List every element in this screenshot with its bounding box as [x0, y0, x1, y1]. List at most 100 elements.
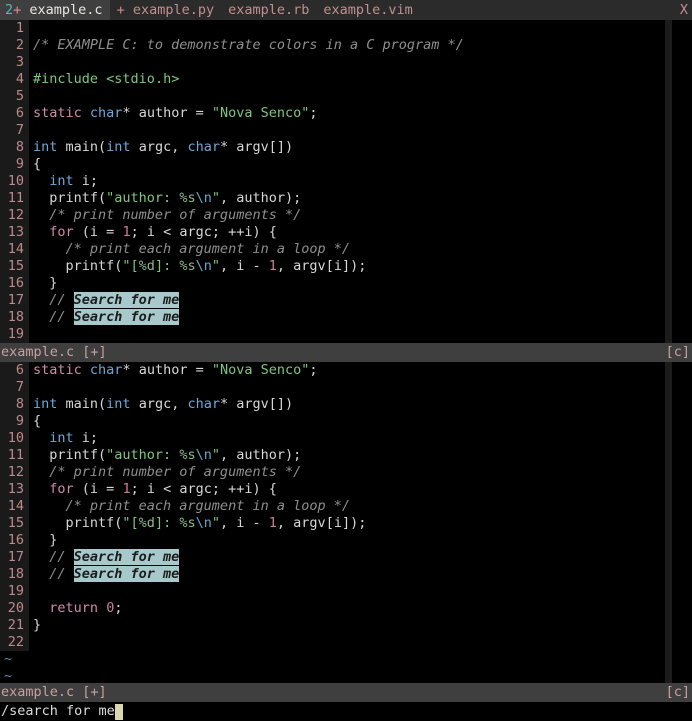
code-line[interactable]: 4 #include <stdio.h> — [0, 71, 692, 88]
code-line[interactable]: 16 } — [0, 532, 692, 549]
code-token: \n — [195, 447, 212, 463]
code-line[interactable]: 14 /* print each argument in a loop */ — [0, 498, 692, 515]
code-line[interactable]: 5 — [0, 88, 692, 105]
code-token: /* print number of arguments */ — [33, 207, 302, 223]
line-content — [29, 122, 33, 139]
tab-example-rb[interactable]: example.rb — [221, 0, 316, 20]
filler-line: ~ — [0, 668, 692, 683]
code-line[interactable]: 19 — [0, 326, 692, 343]
code-token: 1 — [268, 258, 277, 274]
line-number: 9 — [0, 156, 29, 173]
code-line[interactable]: 13 for (i = 1; i < argc; ++i) { — [0, 481, 692, 498]
code-line[interactable]: 2/* EXAMPLE C: to demonstrate colors in … — [0, 37, 692, 54]
code-line[interactable]: 22 — [0, 634, 692, 651]
code-token: "Nova Senco" — [211, 362, 310, 378]
code-token: } — [33, 275, 58, 291]
code-token: * argv[]) — [219, 139, 294, 155]
code-line[interactable]: 15 printf("[%d]: %s\n", i - 1, argv[i]); — [0, 515, 692, 532]
line-number: 17 — [0, 292, 29, 309]
line-content: int i; — [29, 173, 98, 190]
line-content: static char* author = "Nova Senco"; — [29, 105, 318, 122]
code-line[interactable]: 14 /* print each argument in a loop */ — [0, 241, 692, 258]
line-content: // Search for me — [29, 309, 180, 326]
code-line[interactable]: 13 for (i = 1; i < argc; ++i) { — [0, 224, 692, 241]
status-line-bottom: example.c [+] [c] — [0, 683, 692, 702]
line-content: for (i = 1; i < argc; ++i) { — [29, 481, 277, 498]
code-token: %s — [179, 447, 196, 463]
code-token: %s — [179, 190, 196, 206]
code-line[interactable]: 19 — [0, 583, 692, 600]
code-line[interactable]: 7 — [0, 122, 692, 139]
code-token: printf( — [33, 515, 123, 531]
code-line[interactable]: 12 /* print number of arguments */ — [0, 207, 692, 224]
code-token: main( — [57, 139, 107, 155]
code-line[interactable]: 20 return 0; — [0, 600, 692, 617]
code-line[interactable]: 12 /* print number of arguments */ — [0, 464, 692, 481]
code-line[interactable]: 6 static char* author = "Nova Senco"; — [0, 362, 692, 379]
code-line[interactable]: 9{ — [0, 413, 692, 430]
tab-example-vim[interactable]: example.vim — [316, 0, 419, 20]
code-line[interactable]: 8 int main(int argc, char* argv[]) — [0, 396, 692, 413]
code-line[interactable]: 10 int i; — [0, 173, 692, 190]
code-token: } — [33, 617, 42, 633]
code-line[interactable]: 6 static char* author = "Nova Senco"; — [0, 105, 692, 122]
line-number: 13 — [0, 481, 29, 498]
editor-window-bottom[interactable]: 6 static char* author = "Nova Senco"; 7 8 in… — [0, 362, 692, 683]
code-line[interactable]: 8 int main(int argc, char* argv[]) — [0, 139, 692, 156]
code-area-bottom[interactable]: 6 static char* author = "Nova Senco"; 7 8 in… — [0, 362, 692, 651]
line-number: 21 — [0, 617, 29, 634]
code-token: * argv[]) — [219, 396, 294, 412]
code-token: "[ — [122, 515, 139, 531]
code-line[interactable]: 9{ — [0, 156, 692, 173]
tab-example-c[interactable]: 2+ example.c — [0, 0, 110, 20]
code-token: // — [33, 549, 74, 565]
code-token: i; — [73, 173, 99, 189]
code-line[interactable]: 3 — [0, 54, 692, 71]
line-number: 12 — [0, 207, 29, 224]
line-number: 5 — [0, 88, 29, 105]
code-token: argc, — [130, 139, 188, 155]
code-token: (i = — [73, 481, 123, 497]
line-number: 11 — [0, 447, 29, 464]
line-number: 8 — [0, 396, 29, 413]
code-token: %s — [179, 515, 196, 531]
code-token: "[ — [122, 258, 139, 274]
command-line[interactable]: /search for me — [0, 702, 692, 721]
status-left-bottom: example.c [+] — [1, 684, 107, 700]
line-content — [29, 88, 33, 105]
line-number: 15 — [0, 515, 29, 532]
code-token: \n — [195, 190, 212, 206]
code-line[interactable]: 1 — [0, 20, 692, 37]
line-content: printf("[%d]: %s\n", i - 1, argv[i]); — [29, 515, 367, 532]
code-token: " — [211, 190, 220, 206]
code-token: i; — [73, 430, 99, 446]
code-token: "author: — [106, 190, 180, 206]
code-line[interactable]: 11 printf("author: %s\n", author); — [0, 447, 692, 464]
code-token: "Nova Senco" — [211, 105, 310, 121]
code-token: for — [49, 481, 74, 497]
code-line[interactable]: 7 — [0, 379, 692, 396]
code-line[interactable]: 17 // Search for me — [0, 549, 692, 566]
code-line[interactable]: 16 } — [0, 275, 692, 292]
code-line[interactable]: 18 // Search for me — [0, 309, 692, 326]
code-line[interactable]: 17 // Search for me — [0, 292, 692, 309]
code-line[interactable]: 11 printf("author: %s\n", author); — [0, 190, 692, 207]
search-match: Search for me — [73, 566, 180, 582]
editor-window-top[interactable]: 1 2/* EXAMPLE C: to demonstrate colors in… — [0, 20, 692, 343]
code-area-top[interactable]: 1 2/* EXAMPLE C: to demonstrate colors in… — [0, 20, 692, 343]
code-line[interactable]: 18 // Search for me — [0, 566, 692, 583]
code-line[interactable]: 21} — [0, 617, 692, 634]
line-content: /* print each argument in a loop */ — [29, 241, 350, 258]
line-number: 16 — [0, 275, 29, 292]
line-content: } — [29, 275, 57, 292]
close-tab-icon[interactable]: X — [680, 0, 688, 20]
code-line[interactable]: 15 printf("[%d]: %s\n", i - 1, argv[i]); — [0, 258, 692, 275]
code-line[interactable]: 10 int i; — [0, 430, 692, 447]
code-token: } — [33, 532, 58, 548]
tab-example-py[interactable]: + example.py — [110, 0, 222, 20]
status-right-top: [c] — [665, 344, 690, 360]
line-number: 15 — [0, 258, 29, 275]
